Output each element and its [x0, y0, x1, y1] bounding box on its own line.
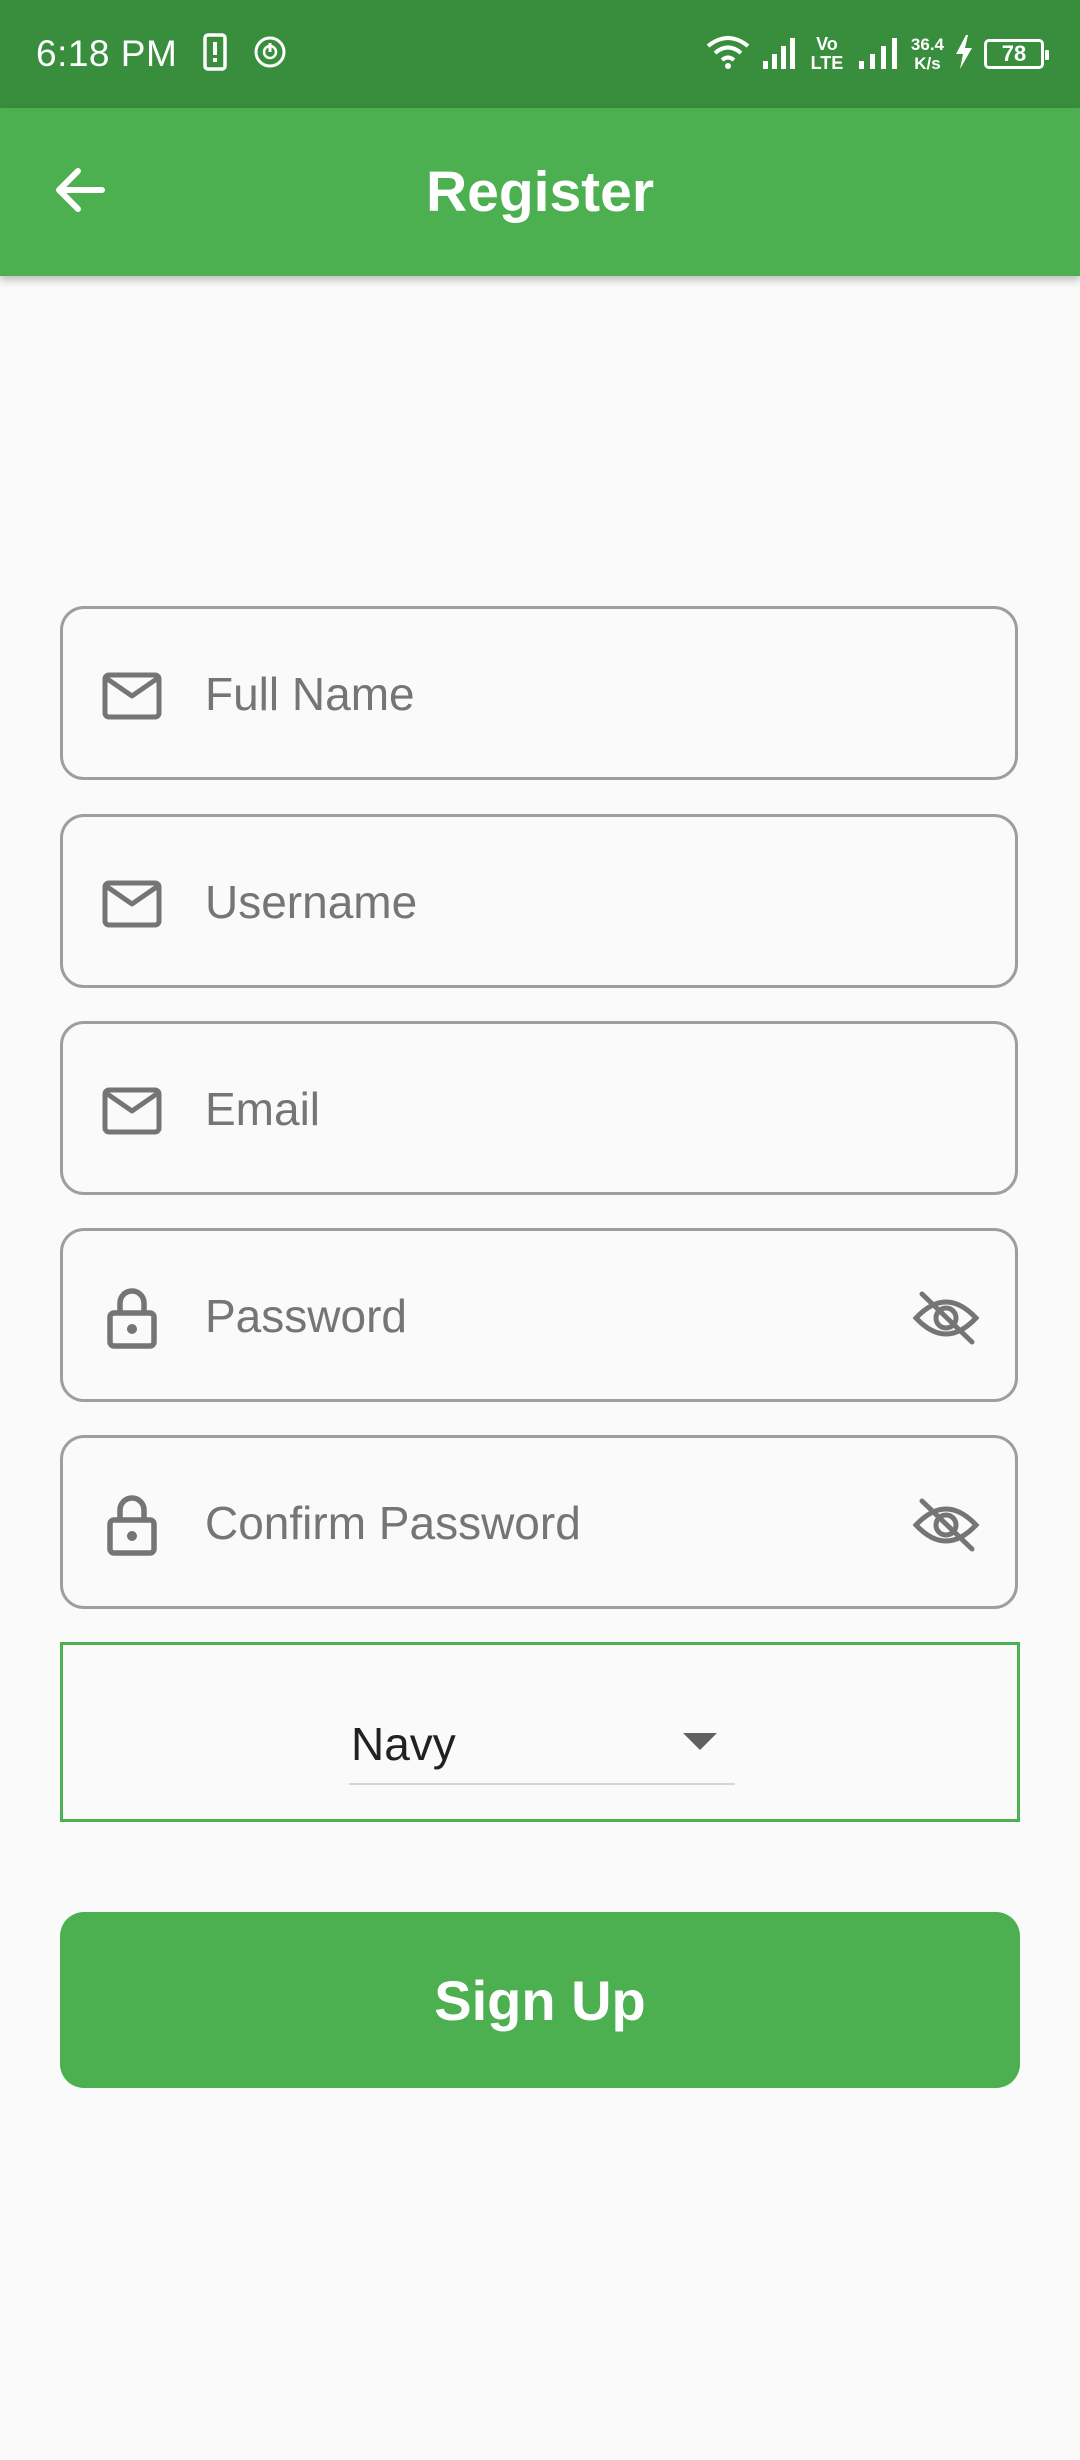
- charging-icon: [954, 34, 974, 74]
- confirm-password-field[interactable]: [60, 1435, 1018, 1609]
- branch-dropdown[interactable]: Navy: [349, 1705, 735, 1785]
- back-button[interactable]: [40, 152, 120, 232]
- wifi-icon: [705, 34, 751, 75]
- circle-power-icon: [253, 35, 287, 74]
- mail-icon: [101, 873, 163, 935]
- net-speed-unit: K/s: [914, 54, 941, 73]
- arrow-left-icon: [54, 166, 106, 219]
- eye-off-icon[interactable]: [911, 1490, 981, 1560]
- net-speed-value: 36.4: [910, 35, 944, 54]
- eye-off-icon[interactable]: [911, 1283, 981, 1353]
- signal-icon: [857, 35, 901, 74]
- confirm-password-input[interactable]: [205, 1478, 905, 1568]
- username-input[interactable]: [205, 857, 905, 947]
- net-speed: 36.4 K/s: [911, 35, 944, 73]
- username-field[interactable]: [60, 814, 1018, 988]
- sign-up-button[interactable]: Sign Up: [60, 1912, 1020, 2088]
- app-bar: Register: [0, 108, 1080, 276]
- full-name-field[interactable]: [60, 606, 1018, 780]
- password-input[interactable]: [205, 1271, 905, 1361]
- status-bar: 6:18 PM Vo LTE 36.4 K/s 78: [0, 0, 1080, 108]
- page-title: Register: [425, 160, 655, 224]
- branch-dropdown-container: Navy: [60, 1642, 1020, 1822]
- sim-alert-icon: [203, 32, 228, 76]
- full-name-input[interactable]: [205, 649, 905, 739]
- mail-icon: [101, 665, 163, 727]
- caret-down-icon: [683, 1733, 717, 1756]
- password-field[interactable]: [60, 1228, 1018, 1402]
- battery-level: 78: [1001, 41, 1027, 66]
- signal-icon: [761, 35, 797, 74]
- battery-icon: 78: [984, 39, 1049, 69]
- email-field[interactable]: [60, 1021, 1018, 1195]
- lock-icon: [101, 1287, 163, 1349]
- email-input[interactable]: [205, 1064, 905, 1154]
- network-type: Vo LTE: [810, 34, 844, 73]
- lock-icon: [101, 1494, 163, 1556]
- mail-icon: [101, 1080, 163, 1142]
- status-time: 6:18 PM: [36, 33, 178, 74]
- dropdown-selected-value: Navy: [351, 1718, 456, 1770]
